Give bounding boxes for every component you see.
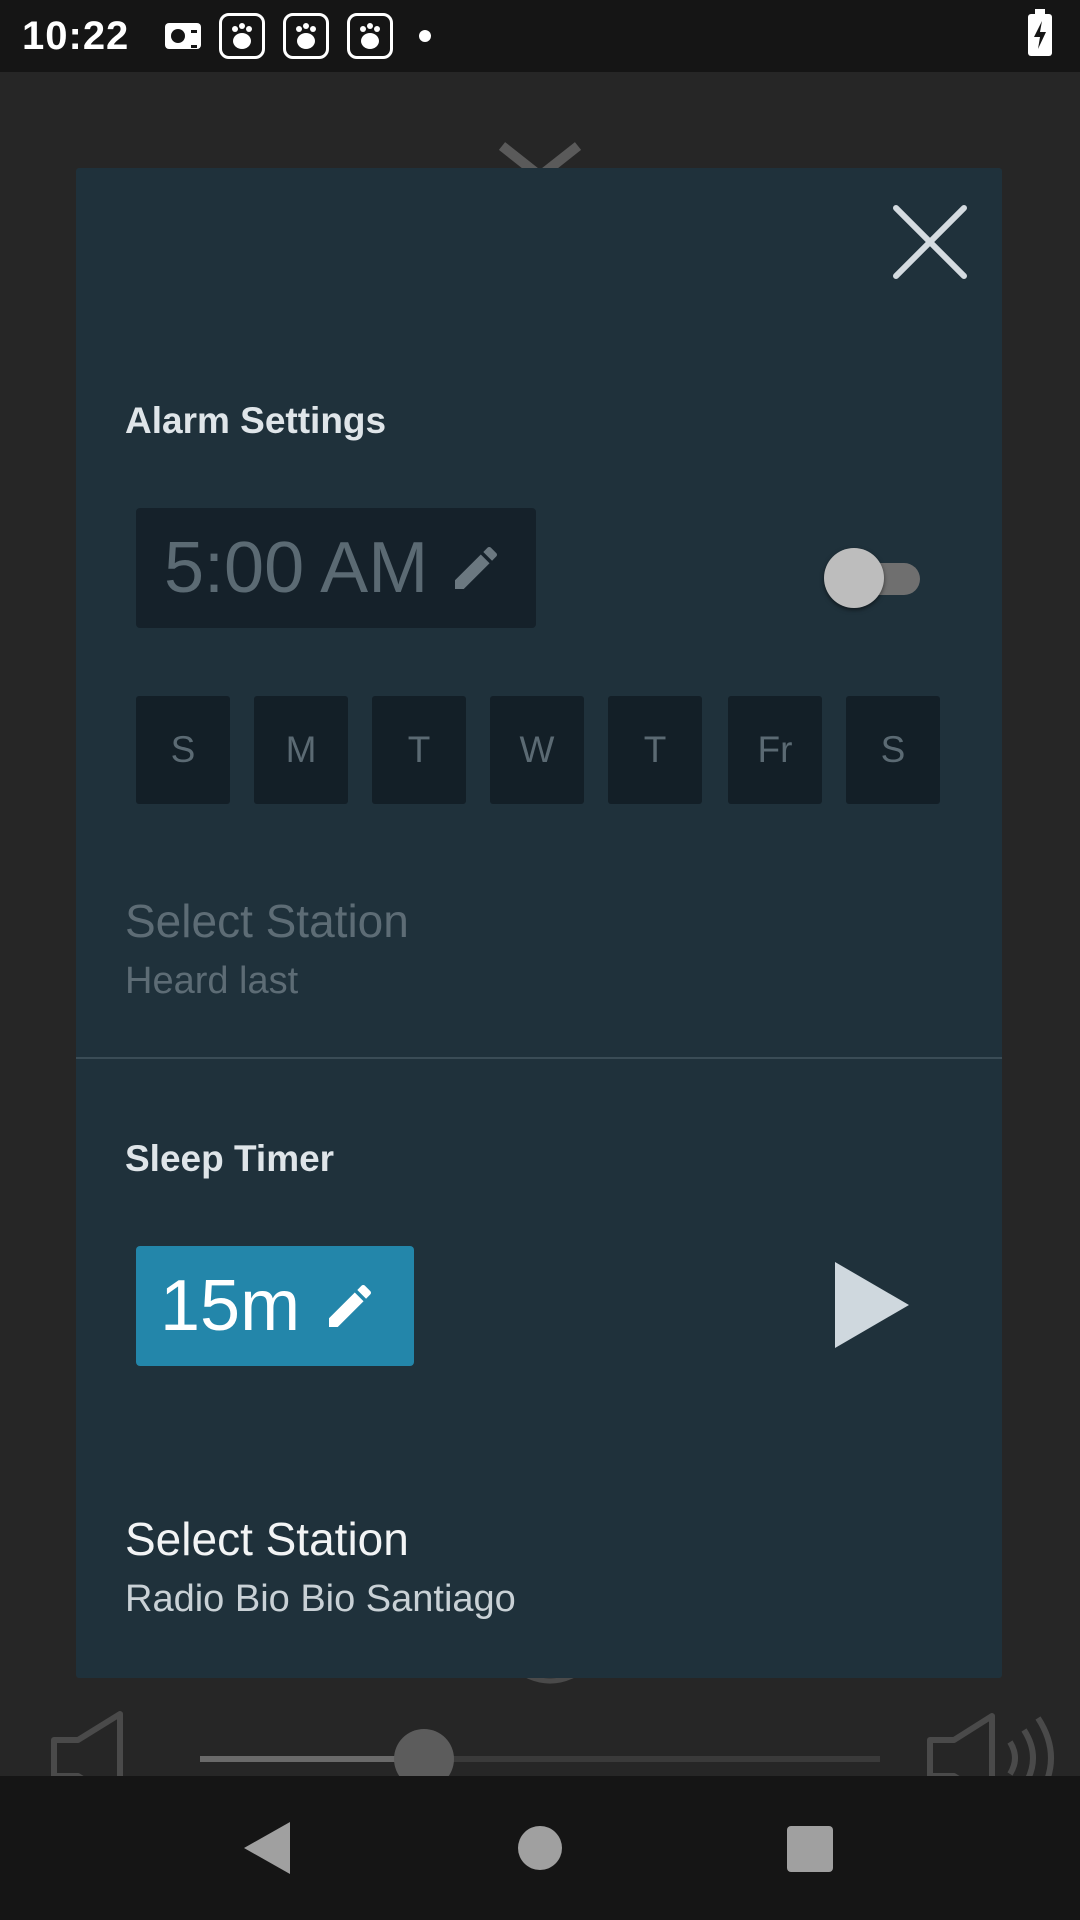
sleep-timer-value: 15m	[160, 1266, 301, 1346]
alarm-settings-title: Alarm Settings	[125, 400, 387, 441]
status-time: 10:22	[22, 13, 130, 58]
divider	[76, 1057, 1002, 1059]
day-sunday-button[interactable]: S	[136, 696, 230, 804]
notification-icons	[165, 13, 432, 59]
day-saturday-button[interactable]: S	[846, 696, 940, 804]
alarm-time-value: 5:00 AM	[164, 528, 429, 608]
alarm-station-title: Select Station	[125, 895, 409, 947]
sleep-timer-duration-button[interactable]: 15m	[136, 1246, 414, 1366]
day-thursday-button[interactable]: T	[608, 696, 702, 804]
day-friday-button[interactable]: Fr	[728, 696, 822, 804]
day-monday-button[interactable]: M	[254, 696, 348, 804]
day-selector: S M T W T Fr S	[136, 696, 946, 804]
baidu-paw-icon	[219, 13, 266, 59]
volume-slider-fill	[200, 1756, 425, 1762]
home-icon[interactable]	[518, 1826, 562, 1870]
pencil-icon	[455, 546, 498, 589]
sleep-timer-title: Sleep Timer	[125, 1138, 335, 1179]
baidu-paw-icon	[283, 13, 330, 59]
volume-slider[interactable]	[200, 1729, 880, 1789]
play-icon[interactable]	[831, 1260, 911, 1350]
radio-icon	[165, 23, 202, 49]
toggle-thumb	[824, 548, 884, 608]
sleep-station-title: Select Station	[125, 1513, 409, 1565]
alarm-dialog: Alarm Settings 5:00 AM S M T W T Fr S Se…	[76, 168, 1002, 1678]
pencil-icon	[329, 1284, 372, 1327]
dot-icon	[419, 30, 432, 42]
alarm-enabled-toggle[interactable]	[824, 548, 920, 608]
day-tuesday-button[interactable]: T	[372, 696, 466, 804]
close-icon[interactable]	[892, 204, 968, 280]
battery-charging-icon	[1028, 9, 1052, 56]
back-icon[interactable]	[242, 1820, 292, 1876]
alarm-station-subtitle: Heard last	[125, 960, 299, 1002]
alarm-time-button[interactable]: 5:00 AM	[136, 508, 536, 628]
sleep-station-subtitle: Radio Bio Bio Santiago	[125, 1578, 516, 1620]
day-wednesday-button[interactable]: W	[490, 696, 584, 804]
status-bar: 10:22	[0, 0, 1080, 72]
recent-apps-icon[interactable]	[787, 1826, 833, 1872]
baidu-paw-icon	[347, 13, 394, 59]
